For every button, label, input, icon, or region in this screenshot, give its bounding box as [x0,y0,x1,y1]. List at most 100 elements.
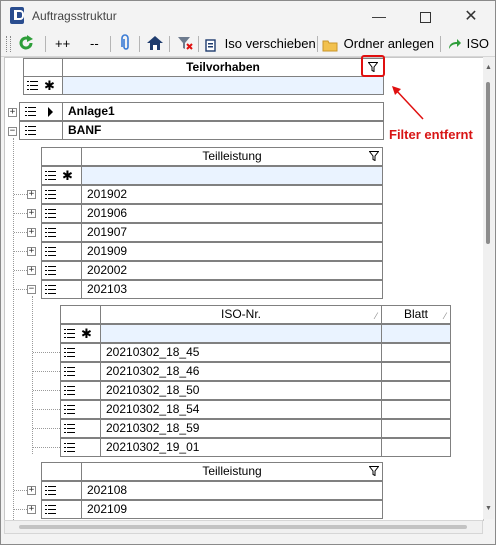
table-row[interactable]: 20210302_18_54 [100,400,382,419]
table-row[interactable]: 201902 [81,185,383,204]
table-row[interactable]: 20210302_19_01 [100,438,382,457]
row-selector-icon [45,190,56,199]
tree-connector [14,509,27,510]
maximize-icon [419,11,431,23]
blatt-cell[interactable] [381,438,451,457]
scrollbar-thumb[interactable] [19,525,467,529]
table-row[interactable]: 201909 [81,242,383,261]
table-row[interactable]: 20210302_18_50 [100,381,382,400]
expand-row-button[interactable]: + [27,486,36,495]
row-indicator [41,280,82,299]
row-indicator [41,242,82,261]
header-indicator-cell [41,462,82,481]
iso-arrow-icon [449,38,461,49]
filter-icon[interactable] [369,151,379,161]
collapse-all-button[interactable]: -- [90,34,99,54]
tree-connector [14,251,27,252]
tree-connector [33,352,60,353]
table-row[interactable]: BANF [62,121,384,140]
teilleistung-header-label: Teilleistung [202,149,262,163]
tree-connector [33,428,60,429]
iso-nr-column-header[interactable]: ISO-Nr. ⁄ [100,305,382,324]
filter-icon[interactable] [369,466,379,476]
table-row[interactable]: 202002 [81,261,383,280]
home-button[interactable] [146,34,164,54]
table-row[interactable]: 20210302_18_59 [100,419,382,438]
minimize-button[interactable]: — [356,1,402,32]
iso-move-button[interactable]: Iso verschieben [204,34,316,54]
maximize-button[interactable] [402,1,448,32]
table-row[interactable]: 202109 [81,500,383,519]
refresh-button[interactable] [17,34,35,54]
tree-connector [14,490,27,491]
toolbar-separator [317,36,318,52]
annotation-highlight-box [361,55,385,77]
expand-row-button[interactable]: + [27,228,36,237]
app-icon [10,7,24,24]
row-indicator [41,223,82,242]
row-selector-icon [25,107,36,116]
tree-connector [33,409,60,410]
table-row[interactable]: 202103 [81,280,383,299]
blatt-cell[interactable] [381,381,451,400]
remove-filter-button[interactable] [176,34,194,54]
row-selector-icon [45,505,56,514]
vertical-scrollbar[interactable]: ▲ ▼ [483,57,494,519]
teilleistung-column-header[interactable]: Teilleistung [81,147,383,166]
scroll-down-icon[interactable]: ▼ [484,504,493,513]
row-selector-icon [25,126,36,135]
expand-row-button[interactable]: + [27,505,36,514]
row-selector-icon [64,405,75,414]
blatt-cell[interactable] [381,362,451,381]
table-row[interactable]: 202108 [81,481,383,500]
teilleistung-column-header[interactable]: Teilleistung [81,462,383,481]
horizontal-scrollbar[interactable] [4,520,483,534]
create-folder-button[interactable]: Ordner anlegen [322,34,434,54]
tree-connector [14,213,27,214]
current-row-arrow-icon [48,107,53,117]
title-bar: Auftragsstruktur — ✕ [1,1,495,32]
expand-row-button[interactable]: + [27,266,36,275]
table-row[interactable]: 20210302_18_46 [100,362,382,381]
window: Auftragsstruktur — ✕ ++ -- Iso verschieb… [0,0,496,545]
collapse-banf-button[interactable]: − [8,127,17,136]
iso-button[interactable]: ISO [447,34,489,54]
scroll-up-icon[interactable]: ▲ [484,63,493,72]
table-row[interactable]: 20210302_18_45 [100,343,382,362]
new-row-input[interactable] [62,76,384,95]
tree-connector [14,289,27,290]
new-row-star-icon: ✱ [62,168,73,183]
column-resize-icon: ⁄ [444,311,446,321]
new-row-input[interactable] [381,324,451,343]
new-row-input[interactable] [100,324,382,343]
table-row[interactable]: Anlage1 [62,102,384,121]
blatt-cell[interactable] [381,400,451,419]
row-selector-icon [45,209,56,218]
collapse-row-button[interactable]: − [27,285,36,294]
new-row-input[interactable] [81,166,383,185]
row-selector-icon [64,348,75,357]
blatt-column-header[interactable]: Blatt ⁄ [381,305,451,324]
row-selector-icon [45,486,56,495]
blatt-cell[interactable] [381,343,451,362]
expand-row-button[interactable]: + [27,209,36,218]
expand-row-button[interactable]: + [27,190,36,199]
toolbar-separator [169,36,170,52]
table-row[interactable]: 201906 [81,204,383,223]
expand-row-button[interactable]: + [27,247,36,256]
close-button[interactable]: ✕ [448,1,494,32]
expand-all-button[interactable]: ++ [55,34,70,54]
toolbar-separator [110,36,111,52]
table-row[interactable]: 201907 [81,223,383,242]
scrollbar-thumb[interactable] [486,82,490,244]
toolbar-grip-icon [6,36,11,52]
tree-connector [33,371,60,372]
blatt-cell[interactable] [381,419,451,438]
expand-anlage1-button[interactable]: + [8,108,17,117]
home-icon [147,36,163,50]
attachment-button[interactable] [120,34,132,54]
document-move-icon [205,38,216,52]
iso-nr-header-label: ISO-Nr. [220,307,261,321]
blatt-header-label: Blatt [403,307,428,321]
teilvorhaben-column-header[interactable]: Teilvorhaben [62,58,384,77]
